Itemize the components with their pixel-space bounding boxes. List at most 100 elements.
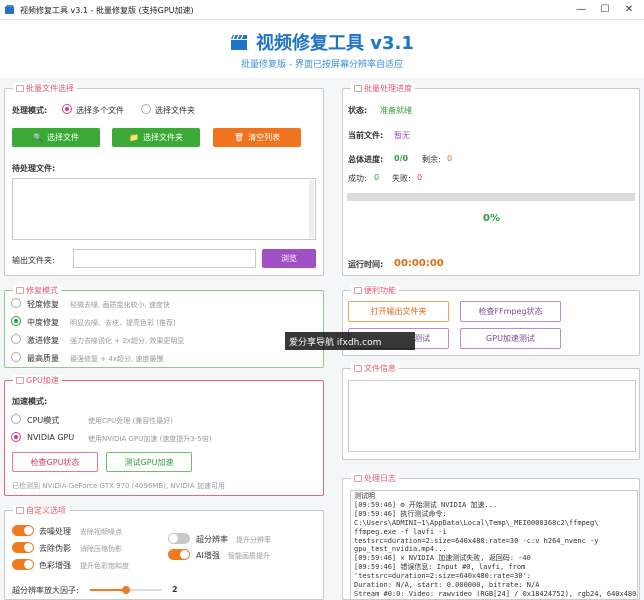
sliders-icon	[16, 507, 24, 514]
scale-slider-track[interactable]	[90, 586, 162, 594]
gpu-option-nvidia-desc: 使用NVIDIA GPU加速 (速度提升3-5倍)	[88, 435, 212, 443]
log-line: [09:59:46] 执行测试命令:	[354, 509, 447, 518]
toggle-superres[interactable]	[168, 533, 190, 544]
output-folder-input[interactable]	[73, 249, 256, 268]
log-line: [09:59:46] ⚙ 开始测试 NVIDIA 加速...	[354, 500, 498, 509]
success-value: 0	[374, 173, 380, 182]
toggle-color[interactable]	[12, 559, 34, 570]
radio-cpu[interactable]	[11, 414, 21, 424]
check-ffmpeg-button[interactable]: 检查FFmpeg状态	[460, 301, 561, 322]
check-gpu-button[interactable]: 检查GPU状态	[12, 452, 98, 472]
scrollbar[interactable]	[309, 180, 314, 238]
test-gpu-button[interactable]: 测试GPU加速	[106, 452, 192, 472]
progress-bar	[347, 193, 635, 201]
radio-folder[interactable]	[141, 104, 151, 114]
watermark-text: 爱分享导航 ifxdh.com	[289, 337, 382, 348]
folder-icon	[354, 85, 362, 92]
watermark-overlay: 爱分享导航 ifxdh.com	[285, 332, 415, 350]
toggle-ai-label: AI增强	[196, 551, 220, 560]
settings-icon	[16, 287, 24, 294]
pending-files-list[interactable]	[12, 178, 316, 240]
status-label: 状态:	[348, 106, 368, 115]
log-line: Duration: N/A, start: 0.000000, bitrate:…	[354, 581, 540, 590]
toggle-denoise[interactable]	[12, 525, 34, 536]
toggle-deartifact[interactable]	[12, 542, 34, 553]
log-output[interactable]: 测试明 [09:59:46] ⚙ 开始测试 NVIDIA 加速... [09:59:…	[350, 490, 638, 600]
repair-option-light-desc: 轻微去噪, 画质变化较小, 速度快	[70, 301, 170, 309]
file-info-legend: 文件信息	[351, 363, 399, 374]
repair-option-medium: 中度修复	[27, 318, 59, 327]
repair-option-best-desc: 最强修复 + 4x超分, 速度最慢	[70, 355, 164, 363]
gpu-legend: GPU加速	[13, 375, 62, 386]
select-files-button[interactable]: 🔍 选择文件	[12, 128, 100, 147]
browse-button[interactable]: 浏览	[262, 249, 316, 268]
log-line: ffmpeg.exe -f lavfi -i	[354, 527, 447, 536]
radio-best[interactable]	[11, 352, 21, 362]
log-line: C:\Users\ADMINI~1\AppData\Local\Temp\_ME…	[354, 518, 599, 527]
repair-option-light: 轻度修复	[27, 300, 59, 309]
toolbox-icon	[354, 287, 362, 294]
radio-light[interactable]	[11, 298, 21, 308]
open-output-folder-button[interactable]: 打开输出文件夹	[348, 301, 449, 322]
radio-aggressive[interactable]	[11, 334, 21, 344]
gpu-test-button[interactable]: GPU加速测试	[460, 328, 561, 349]
log-line: 'testsrc=duration=2:size=640x480:rate=30…	[354, 572, 532, 581]
folder-icon	[16, 85, 24, 92]
minimize-button[interactable]: —	[572, 3, 590, 17]
toggle-ai-desc: 智能画质提升	[228, 552, 270, 560]
file-select-legend: 批量文件选择	[13, 83, 77, 94]
total-progress-label: 总体进度:	[348, 155, 384, 164]
toggle-deartifact-desc: 消除压缩伪影	[80, 545, 122, 553]
radio-multi-files[interactable]	[62, 104, 72, 114]
radio-nvidia[interactable]	[11, 432, 21, 442]
custom-options-legend: 自定义选项	[13, 505, 69, 516]
gpu-mode-label: 加速模式:	[12, 397, 48, 406]
toggle-color-desc: 提升色彩饱和度	[80, 562, 129, 570]
output-folder-label: 输出文件夹:	[12, 256, 55, 265]
radio-folder-label: 选择文件夹	[155, 106, 195, 115]
radio-medium[interactable]	[11, 316, 21, 326]
fail-value: 0	[417, 173, 423, 182]
radio-multi-files-label: 选择多个文件	[76, 106, 124, 115]
log-line: gpu_test_nvidia.mp4...	[354, 545, 447, 554]
repair-option-medium-desc: 明显去噪、去块、提亮色彩 (推荐)	[70, 319, 176, 327]
success-label: 成功:	[348, 174, 367, 183]
gpu-option-cpu-desc: 使用CPU处理 (兼容性最好)	[88, 417, 173, 425]
maximize-button[interactable]: ☐	[596, 3, 614, 17]
scale-factor-label: 超分辨率放大因子:	[12, 586, 79, 595]
scale-slider-thumb[interactable]	[122, 586, 130, 594]
current-file-value: 暂无	[394, 131, 410, 140]
window-title: 视频修复工具 v3.1 - 批量修复版 (支持GPU加速)	[20, 6, 194, 15]
mode-label: 处理模式:	[12, 106, 48, 115]
log-line: Stream #0:0: Video: rawvideo (RGB[24] / …	[354, 589, 638, 598]
document-icon	[354, 475, 362, 482]
trash-icon: 🗑	[233, 133, 245, 142]
run-time-label: 运行时间:	[348, 260, 384, 269]
file-info-box[interactable]	[348, 380, 636, 452]
pending-files-label: 待处理文件:	[12, 164, 56, 173]
repair-option-aggressive-desc: 强力去噪锐化 + 2x超分, 效果更明显	[70, 337, 185, 345]
log-line: testsrc=duration=2:size=640x480:rate=30 …	[354, 536, 599, 545]
subtitle: 批量修复版 - 界面已按屏幕分辨率自适应	[241, 60, 403, 70]
fail-label: 失败:	[392, 174, 411, 183]
progress-group: 批量处理进度	[342, 83, 640, 276]
clear-list-button[interactable]: 🗑 清空列表	[213, 128, 301, 147]
title-bar: 视频修复工具 v3.1 - 批量修复版 (支持GPU加速) — ☐ ✕	[0, 0, 644, 20]
main-title: 视频修复工具 v3.1	[256, 33, 414, 54]
tools-legend: 便利功能	[351, 285, 399, 296]
toggle-color-label: 色彩增强	[39, 561, 71, 570]
repair-option-best: 最高质量	[27, 354, 59, 363]
scale-factor-value: 2	[172, 585, 178, 594]
progress-percent: 0%	[483, 213, 500, 224]
select-folder-button[interactable]: 📁 选择文件夹	[112, 128, 200, 147]
total-progress-value: 0/0	[394, 154, 409, 163]
log-line: [09:59:46] 错误信息: Input #0, lavfi, from	[354, 563, 526, 572]
clapperboard-icon	[229, 32, 249, 52]
toggle-ai[interactable]	[168, 549, 190, 560]
app-icon	[5, 5, 14, 14]
document-icon	[354, 365, 362, 372]
status-value: 准备就绪	[380, 106, 412, 115]
folder-icon: 📁	[129, 133, 139, 142]
remaining-value: 0	[447, 154, 453, 163]
close-button[interactable]: ✕	[620, 3, 638, 17]
